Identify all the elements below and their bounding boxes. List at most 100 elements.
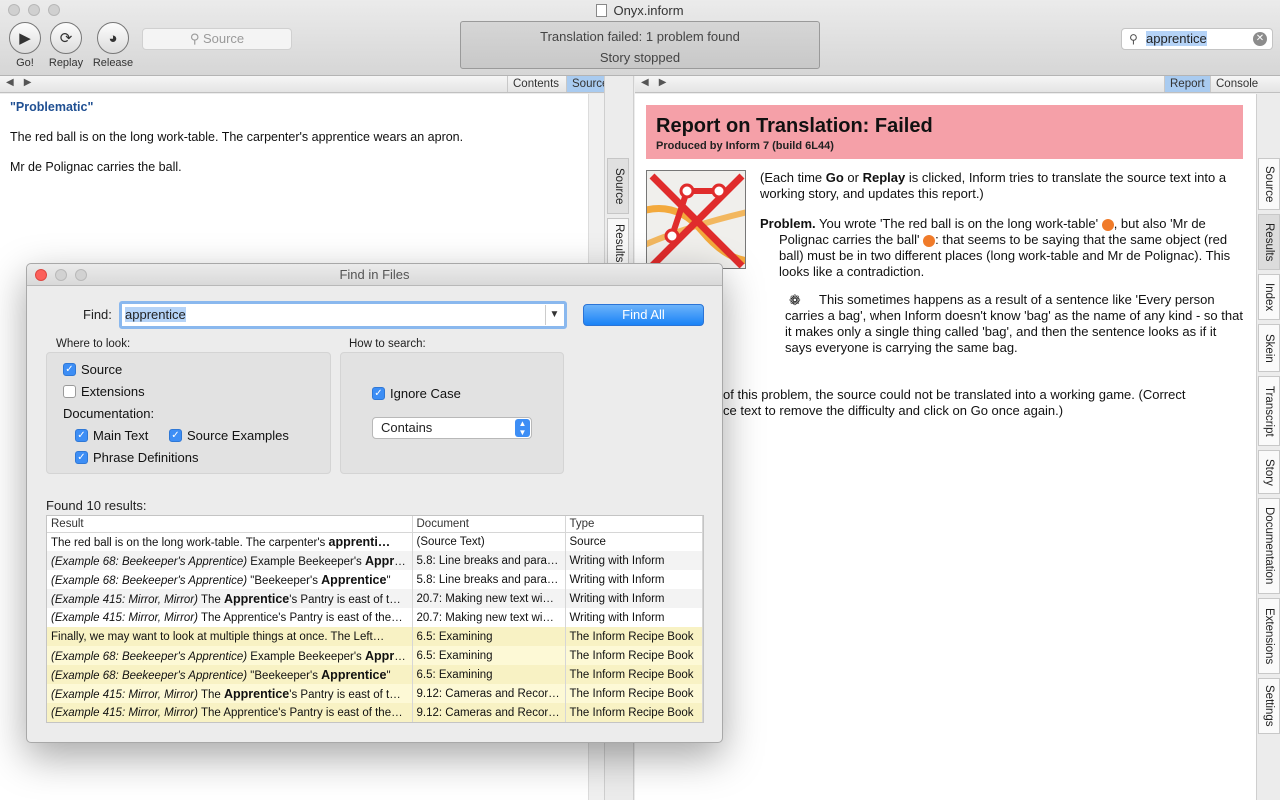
result-text: The red ball is on the long work-table. … [51, 536, 329, 549]
go-label: Go! [16, 57, 34, 69]
source-link-icon[interactable]: ↻ [916, 235, 936, 247]
result-row[interactable]: (Example 68: Beekeeper's Apprentice) "Be… [47, 665, 703, 684]
side-tab-extensions[interactable]: Extensions [1258, 598, 1280, 674]
find-all-button[interactable]: Find All [583, 304, 704, 326]
report-title: Report on Translation: Failed [656, 115, 933, 137]
find-input[interactable]: apprentice ▼ [119, 301, 567, 329]
side-tab-source[interactable]: Source [607, 158, 629, 214]
release-button[interactable]: ◕ Release [91, 22, 135, 69]
toolbar-search-field[interactable]: ⚲ apprentice ✕ [1121, 28, 1273, 50]
result-row[interactable]: Finally, we may want to look at multiple… [47, 627, 703, 646]
source-line-1: The red ball is on the long work-table. … [10, 130, 464, 144]
extensions-checkbox[interactable]: Extensions [63, 384, 145, 399]
result-match: Apprentice [321, 667, 387, 682]
phrase-definitions-checkbox[interactable]: ✓ Phrase Definitions [75, 450, 199, 465]
result-row[interactable]: (Example 415: Mirror, Mirror) The Appren… [47, 684, 703, 703]
find-input-value: apprentice [125, 307, 186, 322]
document-cell: 5.8: Line breaks and para… [412, 551, 566, 570]
status-display: Translation failed: 1 problem found Stor… [460, 21, 820, 69]
clear-search-icon[interactable]: ✕ [1253, 32, 1267, 46]
dialog-zoom-button[interactable] [75, 269, 87, 281]
window-title: Onyx.inform [0, 3, 1280, 18]
side-tab-results[interactable]: Results [607, 218, 629, 268]
side-tab-documentation[interactable]: Documentation [1258, 498, 1280, 594]
ignore-case-checkbox[interactable]: ✓ Ignore Case [372, 386, 461, 401]
result-row[interactable]: The red ball is on the long work-table. … [47, 532, 703, 551]
result-context: (Example 415: Mirror, Mirror) [51, 593, 198, 606]
result-context: (Example 415: Mirror, Mirror) [51, 611, 198, 624]
report-subtitle: Produced by Inform 7 (build 6L44) [656, 140, 834, 152]
result-context: (Example 68: Beekeeper's Apprentice) [51, 650, 248, 663]
play-icon: ▶ [9, 22, 41, 54]
result-cell: (Example 415: Mirror, Mirror) The Appren… [47, 703, 413, 722]
chevron-down-icon[interactable]: ▼ [545, 305, 563, 325]
tab-contents[interactable]: Contents [507, 76, 564, 92]
result-text-after: 's Pantry is east of t… [289, 593, 401, 606]
result-text: Finally, we may want to look at multiple… [51, 630, 385, 643]
checkmark-icon: ✓ [75, 429, 88, 442]
go-button[interactable]: ▶ Go! [3, 22, 47, 69]
source-search-field[interactable]: ⚲ Source [142, 28, 292, 50]
dialog-close-button[interactable] [35, 269, 47, 281]
result-cell: The red ball is on the long work-table. … [47, 532, 413, 551]
result-text: Example Beekeeper's [247, 555, 366, 568]
side-tab-results-right[interactable]: Results [1258, 214, 1280, 270]
results-count: Found 10 results: [46, 498, 147, 513]
result-match: Apprentice [223, 591, 290, 606]
type-cell: The Inform Recipe Book [565, 665, 703, 684]
column-result[interactable]: Result [47, 516, 413, 533]
result-cell: (Example 415: Mirror, Mirror) The Appren… [47, 684, 413, 703]
type-cell: Writing with Inform [565, 551, 703, 570]
source-examples-checkbox[interactable]: ✓ Source Examples [169, 428, 289, 443]
result-text: The Apprentice's Pantry is east of the… [197, 706, 403, 719]
dialog-minimize-button[interactable] [55, 269, 67, 281]
result-match: Apprentice [223, 686, 290, 701]
result-row[interactable]: (Example 68: Beekeeper's Apprentice) Exa… [47, 646, 703, 665]
side-tab-transcript[interactable]: Transcript [1258, 376, 1280, 446]
result-context: (Example 415: Mirror, Mirror) [51, 688, 198, 701]
column-document[interactable]: Document [412, 516, 566, 533]
checkmark-icon: ✓ [63, 363, 76, 376]
result-context: (Example 415: Mirror, Mirror) [51, 706, 198, 719]
result-row[interactable]: (Example 415: Mirror, Mirror) The Appren… [47, 608, 703, 627]
result-cell: Finally, we may want to look at multiple… [47, 627, 413, 646]
source-checkbox[interactable]: ✓ Source [63, 362, 122, 377]
checkmark-icon: ✓ [169, 429, 182, 442]
status-line-1: Translation failed: 1 problem found [540, 29, 740, 44]
find-in-files-dialog: Find in Files Find: apprentice ▼ Find Al… [26, 263, 723, 743]
right-pane-nav-arrows[interactable]: ◀▶ [641, 77, 676, 88]
result-row[interactable]: (Example 415: Mirror, Mirror) The Appren… [47, 703, 703, 722]
replay-button[interactable]: ⟳ Replay [44, 22, 88, 69]
report-view: Report on Translation: Failed Produced b… [635, 94, 1256, 800]
result-text: "Beekeeper's [247, 669, 322, 682]
checkmark-icon: ✓ [372, 387, 385, 400]
column-type[interactable]: Type [565, 516, 703, 533]
results-table[interactable]: Result Document Type The red ball is on … [46, 515, 704, 723]
side-tab-skein[interactable]: Skein [1258, 324, 1280, 372]
story-title: "Problematic" [10, 100, 94, 114]
side-tab-source-right[interactable]: Source [1258, 158, 1280, 210]
tab-console[interactable]: Console [1210, 76, 1263, 92]
side-tab-index[interactable]: Index [1258, 274, 1280, 320]
tab-report[interactable]: Report [1164, 76, 1210, 92]
result-row[interactable]: (Example 68: Beekeeper's Apprentice) "Be… [47, 570, 703, 589]
left-pane-nav-arrows[interactable]: ◀▶ [6, 77, 41, 88]
type-cell: Writing with Inform [565, 608, 703, 627]
match-mode-select[interactable]: Contains ▲ ▼ [372, 417, 532, 439]
result-row[interactable]: (Example 415: Mirror, Mirror) The Appren… [47, 589, 703, 608]
result-row[interactable]: (Example 68: Beekeeper's Apprentice) Exa… [47, 551, 703, 570]
problem-description: Problem. You wrote 'The red ball is on t… [760, 216, 1231, 279]
result-text: The [197, 688, 224, 701]
result-text: The Apprentice's Pantry is east of the… [197, 611, 403, 624]
source-link-icon[interactable]: ↻ [1094, 219, 1114, 231]
result-cell: (Example 68: Beekeeper's Apprentice) "Be… [47, 665, 413, 684]
results-header-row: Result Document Type [47, 516, 703, 533]
main-text-checkbox[interactable]: ✓ Main Text [75, 428, 148, 443]
dialog-titlebar: Find in Files [27, 264, 722, 286]
type-cell: Writing with Inform [565, 570, 703, 589]
problem-map-icon [646, 170, 746, 269]
side-tab-settings[interactable]: Settings [1258, 678, 1280, 734]
document-cell: 20.7: Making new text wi… [412, 589, 566, 608]
side-tab-story[interactable]: Story [1258, 450, 1280, 494]
result-match: Apprentice [321, 572, 387, 587]
